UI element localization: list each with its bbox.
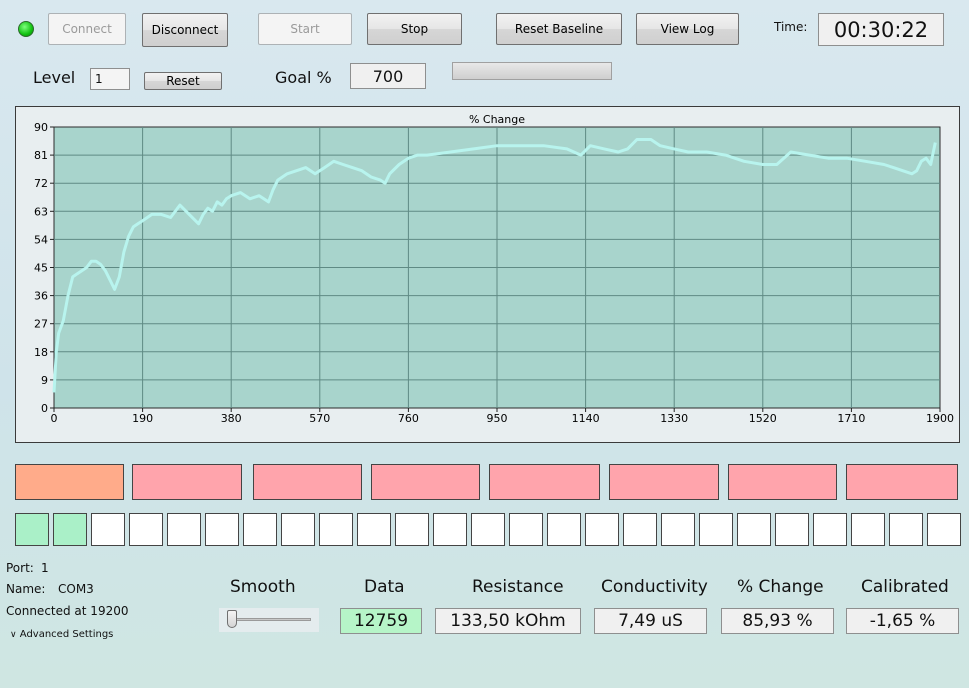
- x-tick-label: 190: [132, 412, 153, 425]
- data-label: Data: [364, 577, 405, 597]
- smooth-slider-track: [227, 618, 311, 621]
- stop-button[interactable]: Stop: [367, 13, 462, 45]
- calibrated-label: Calibrated: [861, 577, 949, 597]
- progress-cell-2: [53, 513, 87, 546]
- level-block-4: [371, 464, 480, 500]
- goal-label: Goal %: [275, 68, 332, 87]
- conductivity-value: 7,49 uS: [594, 608, 707, 634]
- port-label: Port:: [6, 561, 34, 575]
- progress-cell-23: [851, 513, 885, 546]
- progress-cell-6: [205, 513, 239, 546]
- x-tick-label: 1710: [837, 412, 865, 425]
- progress-cell-21: [775, 513, 809, 546]
- advanced-settings-label: Advanced Settings: [19, 629, 114, 640]
- x-tick-label: 1900: [926, 412, 954, 425]
- resistance-label: Resistance: [472, 577, 564, 597]
- connection-status-led: [18, 21, 34, 37]
- data-value: 12759: [340, 608, 422, 634]
- smooth-slider[interactable]: [219, 608, 319, 632]
- progress-cell-17: [623, 513, 657, 546]
- x-tick-label: 760: [398, 412, 419, 425]
- chart-panel: % Change 0 190 380 570 760 950 1140 1330 1520 1710…: [15, 106, 960, 443]
- level-block-1: [15, 464, 124, 500]
- y-tick-label: 27: [34, 318, 48, 331]
- x-tick-label: 1330: [660, 412, 688, 425]
- smooth-label: Smooth: [230, 577, 296, 597]
- y-tick-label: 81: [34, 149, 48, 162]
- x-tick-label: 1140: [572, 412, 600, 425]
- x-tick-label: 0: [51, 412, 58, 425]
- x-tick-label: 570: [309, 412, 330, 425]
- progress-cell-1: [15, 513, 49, 546]
- progress-cell-4: [129, 513, 163, 546]
- y-tick-label: 18: [34, 346, 48, 359]
- connection-status-text: Connected at 19200: [6, 604, 129, 618]
- progress-cell-8: [281, 513, 315, 546]
- level-block-5: [489, 464, 600, 500]
- level-block-2: [132, 464, 242, 500]
- chart-title: % Change: [469, 113, 525, 126]
- goal-progress-bar: [452, 62, 612, 80]
- goal-input[interactable]: 700: [350, 63, 426, 89]
- level-block-8: [846, 464, 958, 500]
- level-block-6: [609, 464, 719, 500]
- conductivity-label: Conductivity: [601, 577, 708, 597]
- percent-change-chart: % Change 0 190 380 570 760 950 1140 1330 1520 1710…: [34, 113, 954, 425]
- x-tick-label: 950: [487, 412, 508, 425]
- progress-cell-22: [813, 513, 847, 546]
- progress-cell-15: [547, 513, 581, 546]
- y-tick-label: 72: [34, 177, 48, 190]
- time-label: Time:: [774, 20, 808, 34]
- progress-cell-25: [927, 513, 961, 546]
- name-label: Name:: [6, 582, 46, 596]
- resistance-value: 133,50 kOhm: [435, 608, 581, 634]
- name-value: COM3: [58, 582, 94, 596]
- level-block-3: [253, 464, 362, 500]
- level-input[interactable]: 1: [90, 68, 130, 90]
- percent-change-label: % Change: [737, 577, 824, 597]
- chevron-double-down-icon: ∨: [10, 630, 17, 640]
- progress-cell-10: [357, 513, 391, 546]
- smooth-slider-thumb[interactable]: [227, 610, 237, 628]
- progress-cell-3: [91, 513, 125, 546]
- percent-change-value: 85,93 %: [721, 608, 834, 634]
- progress-cell-19: [699, 513, 733, 546]
- progress-cell-12: [433, 513, 467, 546]
- progress-cell-5: [167, 513, 201, 546]
- calibrated-value: -1,65 %: [846, 608, 959, 634]
- progress-cell-24: [889, 513, 923, 546]
- y-tick-label: 54: [34, 233, 48, 246]
- level-block-7: [728, 464, 837, 500]
- y-tick-label: 9: [41, 374, 48, 387]
- y-tick-label: 90: [34, 121, 48, 134]
- x-tick-label: 1520: [749, 412, 777, 425]
- view-log-button[interactable]: View Log: [636, 13, 739, 45]
- progress-cell-16: [585, 513, 619, 546]
- y-tick-label: 0: [41, 402, 48, 415]
- progress-cell-7: [243, 513, 277, 546]
- y-tick-label: 45: [34, 262, 48, 275]
- progress-cell-9: [319, 513, 353, 546]
- disconnect-button[interactable]: Disconnect: [142, 13, 228, 47]
- progress-cell-11: [395, 513, 429, 546]
- advanced-settings-toggle[interactable]: ∨ Advanced Settings: [10, 629, 113, 640]
- connect-button[interactable]: Connect: [48, 13, 126, 45]
- progress-cell-14: [509, 513, 543, 546]
- x-tick-label: 380: [221, 412, 242, 425]
- level-label: Level: [33, 68, 76, 87]
- progress-cell-13: [471, 513, 505, 546]
- start-button[interactable]: Start: [258, 13, 352, 45]
- time-display: 00:30:22: [818, 13, 944, 46]
- y-tick-label: 36: [34, 290, 48, 303]
- progress-cell-20: [737, 513, 771, 546]
- progress-cell-18: [661, 513, 695, 546]
- level-reset-button[interactable]: Reset: [144, 72, 222, 90]
- y-tick-label: 63: [34, 205, 48, 218]
- port-value: 1: [41, 561, 49, 575]
- reset-baseline-button[interactable]: Reset Baseline: [496, 13, 622, 45]
